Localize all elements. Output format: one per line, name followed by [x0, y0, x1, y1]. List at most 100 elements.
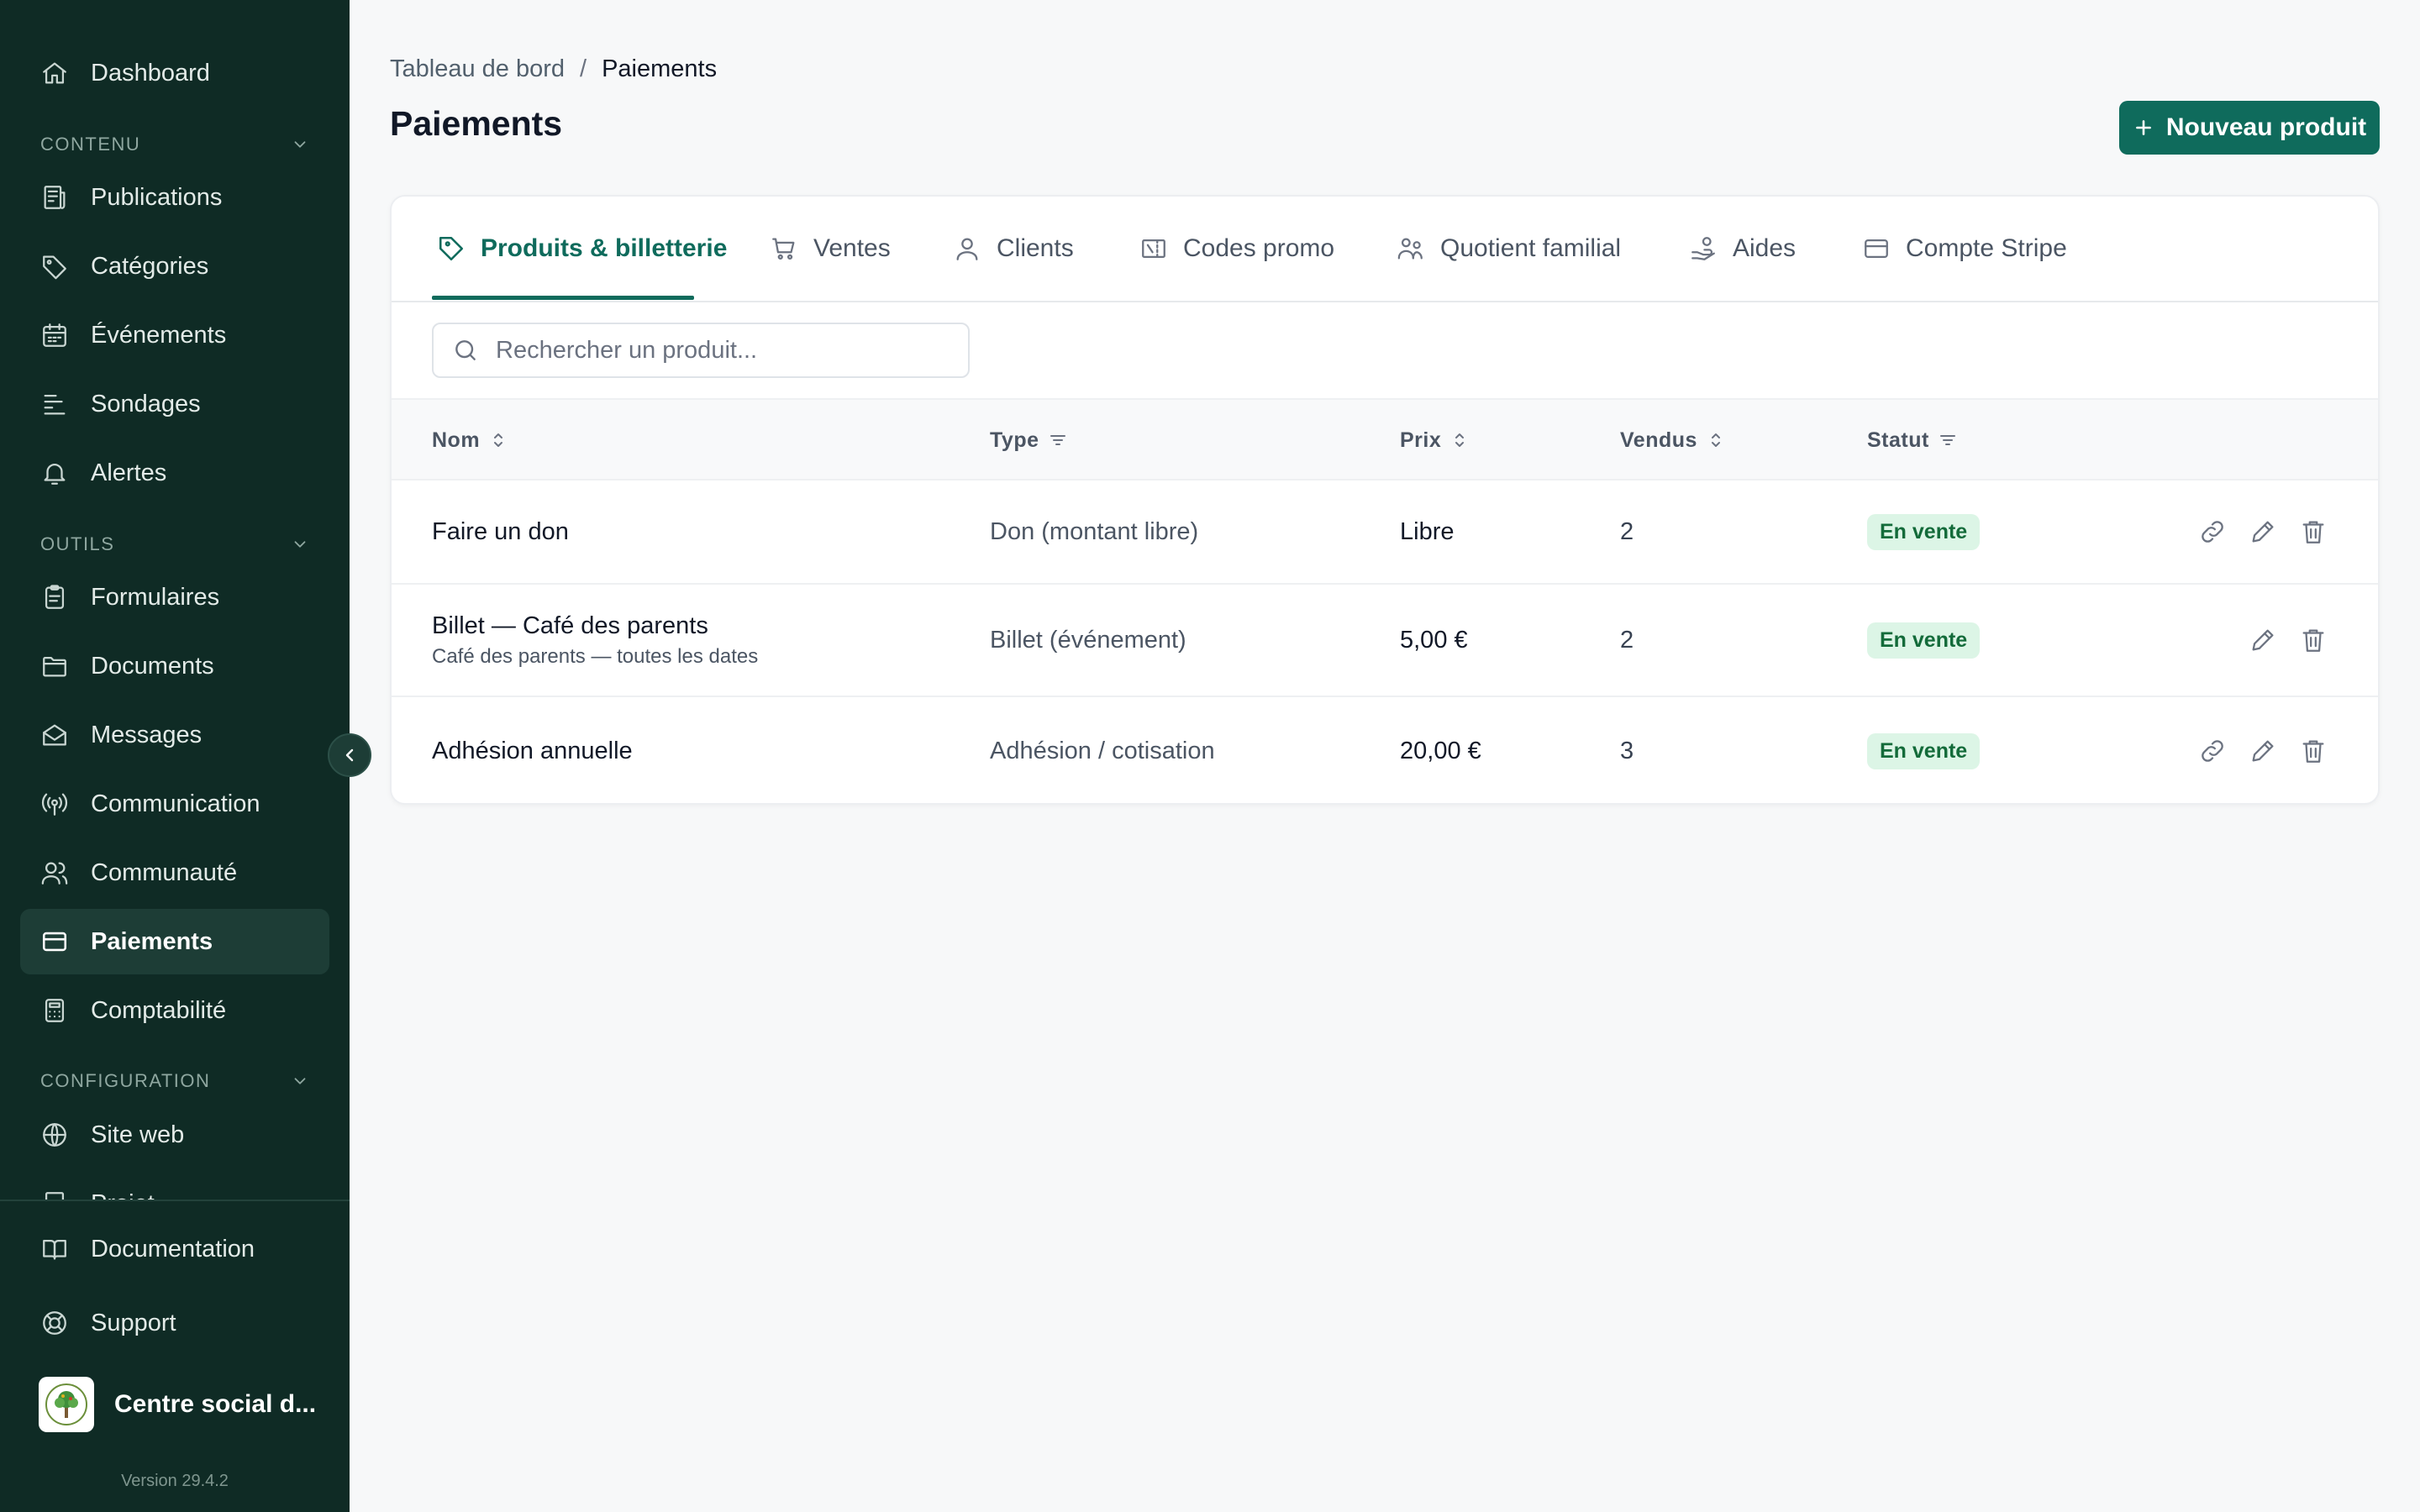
product-name-cell: Billet — Café des parents Café des paren…: [432, 585, 758, 696]
product-sold-count: 3: [1620, 737, 1634, 764]
sidebar-item-label: Paiements: [91, 927, 213, 955]
sidebar-item-label: Site web: [91, 1121, 185, 1148]
tab-ventes[interactable]: Ventes: [770, 197, 891, 301]
trash-icon[interactable]: [2299, 517, 2328, 546]
product-price: Libre: [1400, 517, 1455, 545]
newspaper-icon: [44, 186, 66, 209]
product-subtitle: Café des parents — toutes les dates: [432, 644, 759, 668]
edit-icon[interactable]: [2249, 517, 2277, 546]
column-header-type[interactable]: Type: [990, 400, 1068, 480]
sidebar-item-communaute[interactable]: Communauté: [20, 840, 329, 906]
product-price: 5,00 €: [1400, 626, 1468, 654]
organization-switcher[interactable]: Centre social d...: [39, 1376, 316, 1433]
tab-label: Quotient familial: [1440, 234, 1622, 262]
sidebar-item-label: Catégories: [91, 252, 209, 280]
column-header-nom[interactable]: Nom: [432, 400, 508, 480]
chevron-left-icon: [345, 748, 354, 762]
organization-name: Centre social d...: [114, 1390, 317, 1418]
user-icon: [956, 238, 978, 260]
users-icon: [41, 862, 68, 885]
sidebar-item-label: Dashboard: [91, 59, 210, 87]
home-icon: [43, 62, 66, 84]
tab-label: Ventes: [813, 234, 891, 262]
edit-icon[interactable]: [2249, 737, 2277, 765]
tab-clients[interactable]: Clients: [953, 197, 1074, 301]
chevron-down-icon: [294, 541, 306, 548]
row-actions: [2176, 697, 2328, 803]
chevron-down-icon: [294, 141, 306, 148]
product-price: 20,00 €: [1400, 737, 1481, 764]
column-header-vendus[interactable]: Vendus: [1620, 400, 1726, 480]
breadcrumb-separator: /: [580, 55, 587, 82]
sidebar-item-dashboard[interactable]: Dashboard: [20, 40, 329, 106]
sidebar-item-label: Comptabilité: [91, 996, 227, 1024]
bell-icon: [44, 464, 66, 485]
sidebar-item-label: Sondages: [91, 390, 201, 417]
sidebar-item-publications[interactable]: Publications: [20, 165, 329, 230]
sidebar-item-label: Événements: [91, 321, 227, 349]
product-search[interactable]: [432, 323, 970, 378]
sidebar-item-communication[interactable]: Communication: [20, 771, 329, 837]
chevron-down-icon: [294, 1078, 306, 1084]
sidebar-item-label: Documents: [91, 652, 214, 680]
sidebar-item-support[interactable]: Support: [20, 1290, 329, 1356]
sidebar-nav[interactable]: Dashboard CONTENU Publications Catégorie…: [0, 0, 350, 1200]
plus-icon: [2135, 120, 2151, 135]
filter-icon: [1939, 435, 1955, 445]
collapse-sidebar-button[interactable]: [328, 733, 371, 777]
sidebar-item-documentation[interactable]: Documentation: [20, 1216, 329, 1282]
product-sold-count: 2: [1620, 517, 1634, 545]
search-input[interactable]: [494, 335, 968, 365]
sidebar-item-projet[interactable]: Projet: [20, 1171, 329, 1200]
sidebar-item-messages[interactable]: Messages: [20, 702, 329, 768]
sidebar-item-formulaires[interactable]: Formulaires: [20, 564, 329, 630]
trash-icon[interactable]: [2299, 737, 2328, 765]
column-header-statut[interactable]: Statut: [1867, 400, 1958, 480]
tab-codes-promo[interactable]: Codes promo: [1139, 197, 1334, 301]
tab-label: Aides: [1733, 234, 1797, 262]
sidebar-section-configuration[interactable]: CONFIGURATION: [40, 1064, 309, 1098]
tab-compte-stripe[interactable]: Compte Stripe: [1862, 197, 2067, 301]
sidebar: Dashboard CONTENU Publications Catégorie…: [0, 0, 350, 1512]
new-product-label: Nouveau produit: [2165, 113, 2367, 141]
product-name: Billet — Café des parents: [432, 612, 708, 639]
sidebar-item-evenements[interactable]: Événements: [20, 302, 329, 368]
trash-icon[interactable]: [2299, 626, 2328, 654]
link-icon[interactable]: [2198, 737, 2227, 765]
sidebar-item-categories[interactable]: Catégories: [20, 234, 329, 299]
link-icon[interactable]: [2198, 517, 2227, 546]
row-actions: [2176, 480, 2328, 583]
new-product-button[interactable]: Nouveau produit: [2119, 101, 2380, 155]
book-icon: [43, 1239, 66, 1260]
tab-produits-billetterie[interactable]: Produits & billetterie: [437, 197, 727, 301]
sidebar-item-label: Communication: [91, 790, 260, 817]
tab-aides[interactable]: Aides: [1689, 197, 1796, 301]
sidebar-item-label: Alertes: [91, 459, 167, 486]
sidebar-divider: [0, 1200, 350, 1201]
table-header: Nom Type Prix Vendus Statut: [392, 398, 2378, 480]
tab-label: Compte Stripe: [1906, 234, 2067, 262]
folder-icon: [43, 656, 66, 677]
sidebar-item-documents[interactable]: Documents: [20, 633, 329, 699]
sidebar-item-label: Documentation: [91, 1235, 255, 1263]
calculator-icon: [45, 999, 65, 1022]
sidebar-item-sondages[interactable]: Sondages: [20, 371, 329, 437]
sidebar-item-site-web[interactable]: Site web: [20, 1102, 329, 1168]
column-header-prix[interactable]: Prix: [1400, 400, 1470, 480]
tab-label: Produits & billetterie: [481, 234, 728, 262]
sidebar-section-outils[interactable]: OUTILS: [40, 528, 309, 561]
edit-icon[interactable]: [2249, 626, 2277, 654]
breadcrumb-link-dashboard[interactable]: Tableau de bord: [390, 55, 565, 83]
row-actions: [2227, 585, 2328, 696]
tab-quotient-familial[interactable]: Quotient familial: [1397, 197, 1621, 301]
table-row[interactable]: Adhésion annuelle Adhésion / cotisation …: [392, 697, 2378, 803]
sidebar-item-paiements[interactable]: Paiements: [20, 909, 329, 974]
sidebar-item-alertes[interactable]: Alertes: [20, 440, 329, 506]
sidebar-section-contenu[interactable]: CONTENU: [40, 128, 309, 161]
column-label: Prix: [1400, 428, 1442, 452]
table-row[interactable]: Billet — Café des parents Café des paren…: [392, 585, 2378, 697]
table-row[interactable]: Faire un don Don (montant libre) Libre 2…: [392, 480, 2378, 585]
envelope-icon: [43, 724, 66, 746]
product-type: Adhésion / cotisation: [990, 737, 1215, 764]
sidebar-item-comptabilite[interactable]: Comptabilité: [20, 978, 329, 1043]
